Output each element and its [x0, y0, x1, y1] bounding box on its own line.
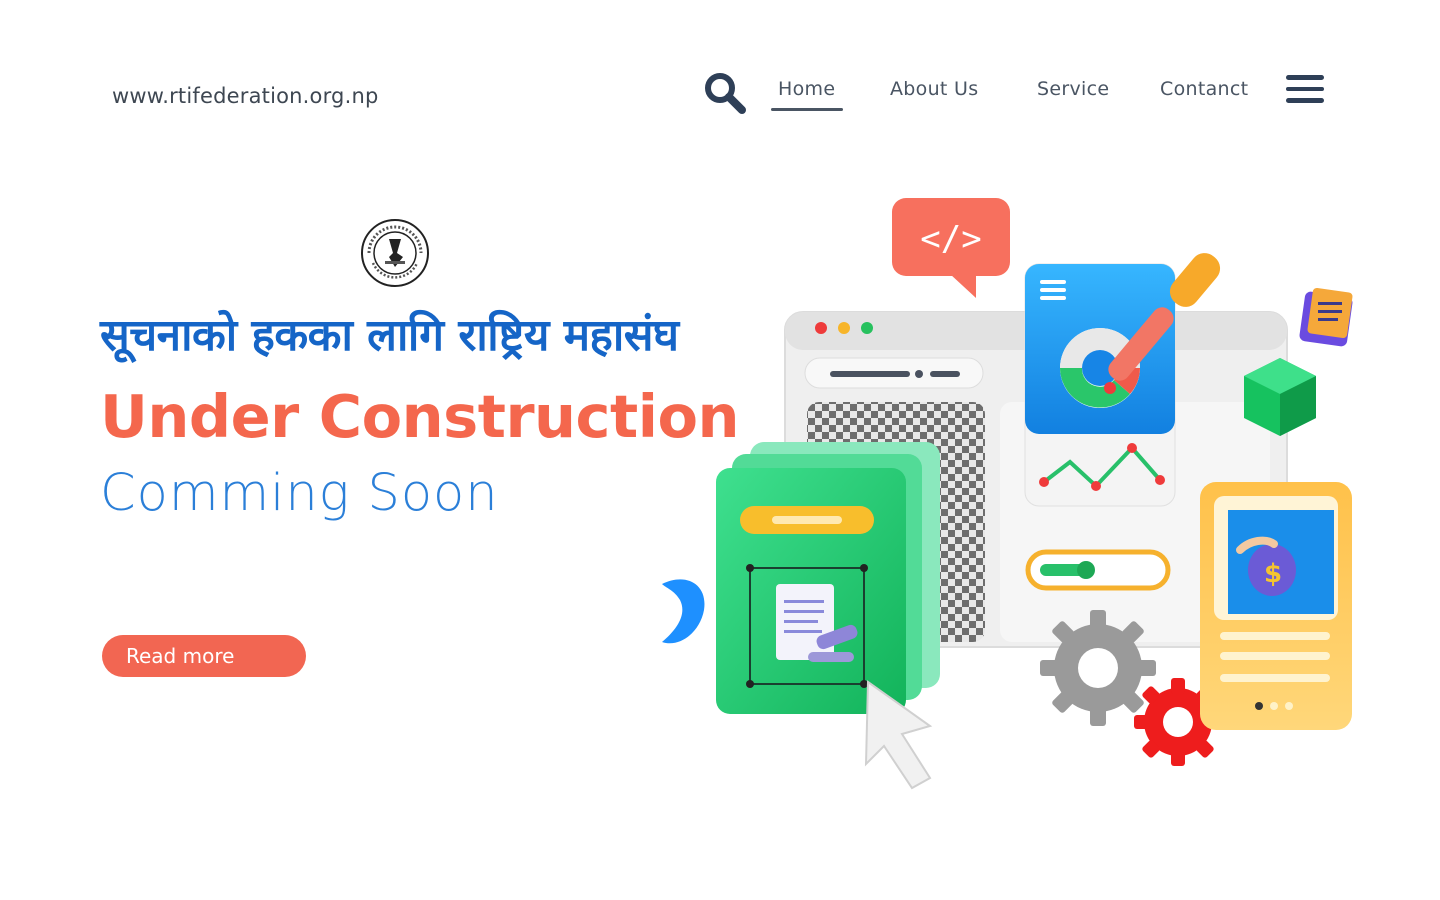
nav-home[interactable]: Home	[778, 78, 835, 100]
svg-text:</>: </>	[920, 219, 981, 259]
read-more-button[interactable]: Read more	[102, 635, 306, 677]
search-icon[interactable]	[702, 70, 748, 116]
blue-swoosh	[662, 579, 705, 644]
orange-mobile-card: $	[1200, 482, 1352, 730]
nav-service[interactable]: Service	[1037, 78, 1109, 100]
blue-chart-card	[1024, 263, 1176, 507]
organization-name-nepali: सूचनाको हकका लागि राष्ट्रिय महासंघ	[100, 310, 679, 361]
nav-about-us[interactable]: About Us	[890, 78, 978, 100]
web-development-illustration: </> $	[662, 198, 1353, 790]
menu-icon[interactable]	[1286, 75, 1324, 105]
active-nav-underline	[771, 108, 843, 111]
code-speech-bubble: </>	[892, 198, 1010, 298]
floating-notebook	[1299, 287, 1353, 347]
nav-contact[interactable]: Contanct	[1160, 78, 1248, 100]
progress-slider	[1025, 549, 1171, 591]
organization-seal-logo	[361, 219, 429, 287]
green-document-stack	[716, 442, 940, 714]
svg-text:$: $	[1264, 559, 1282, 589]
subheadline: Comming Soon	[100, 464, 499, 523]
site-url[interactable]: www.rtifederation.org.np	[112, 84, 379, 108]
gray-gear	[1040, 610, 1156, 726]
